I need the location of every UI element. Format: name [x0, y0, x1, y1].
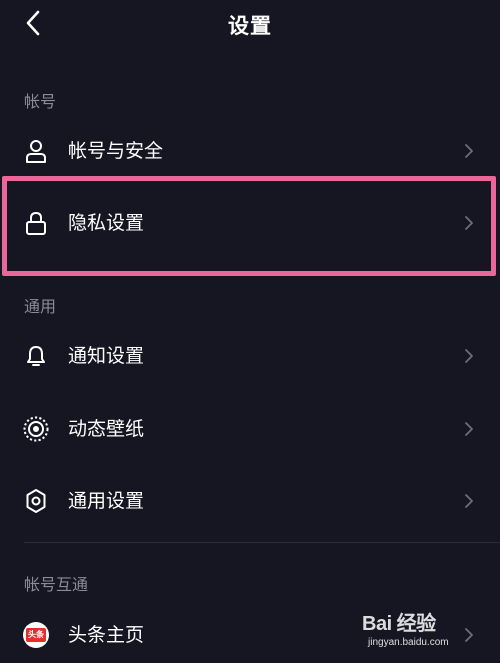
chevron-right-icon — [462, 346, 476, 366]
section-label-general: 通用 — [24, 297, 57, 316]
settings-item-label: 通知设置 — [68, 345, 145, 367]
chevron-right-icon — [462, 491, 476, 511]
gear-icon — [22, 487, 50, 515]
settings-item-label: 动态壁纸 — [68, 418, 145, 440]
section-label-linked-accounts: 帐号互通 — [24, 575, 89, 594]
lock-icon — [22, 209, 50, 237]
watermark-url-text: jingyan.baidu.com — [368, 637, 449, 648]
settings-item-label: 通用设置 — [68, 490, 145, 512]
page-title: 设置 — [228, 14, 272, 38]
settings-item-label: 头条主页 — [68, 624, 145, 646]
settings-item-live-wallpaper[interactable]: 动态壁纸 — [0, 401, 500, 457]
live-wallpaper-icon — [22, 415, 50, 443]
chevron-right-icon — [462, 419, 476, 439]
baidu-jingyan-watermark: Bai 经验 jingyan.baidu.com — [362, 607, 492, 653]
toutiao-icon-text: 头条 — [26, 628, 46, 642]
section-divider — [24, 542, 500, 543]
settings-item-general[interactable]: 通用设置 — [0, 473, 500, 529]
user-icon — [22, 137, 50, 165]
settings-item-account-security[interactable]: 帐号与安全 — [0, 123, 500, 179]
settings-item-notifications[interactable]: 通知设置 — [0, 328, 500, 384]
top-bar: 设置 — [0, 0, 500, 48]
chevron-right-icon — [462, 213, 476, 233]
chevron-right-icon — [462, 141, 476, 161]
settings-item-label: 帐号与安全 — [68, 140, 164, 162]
bell-icon — [22, 342, 50, 370]
toutiao-icon: 头条 — [22, 621, 50, 649]
settings-item-label: 隐私设置 — [68, 212, 145, 234]
settings-item-privacy[interactable]: 隐私设置 — [0, 195, 500, 251]
watermark-main-text: Bai 经验 — [362, 613, 436, 635]
section-label-account: 帐号 — [24, 92, 57, 111]
